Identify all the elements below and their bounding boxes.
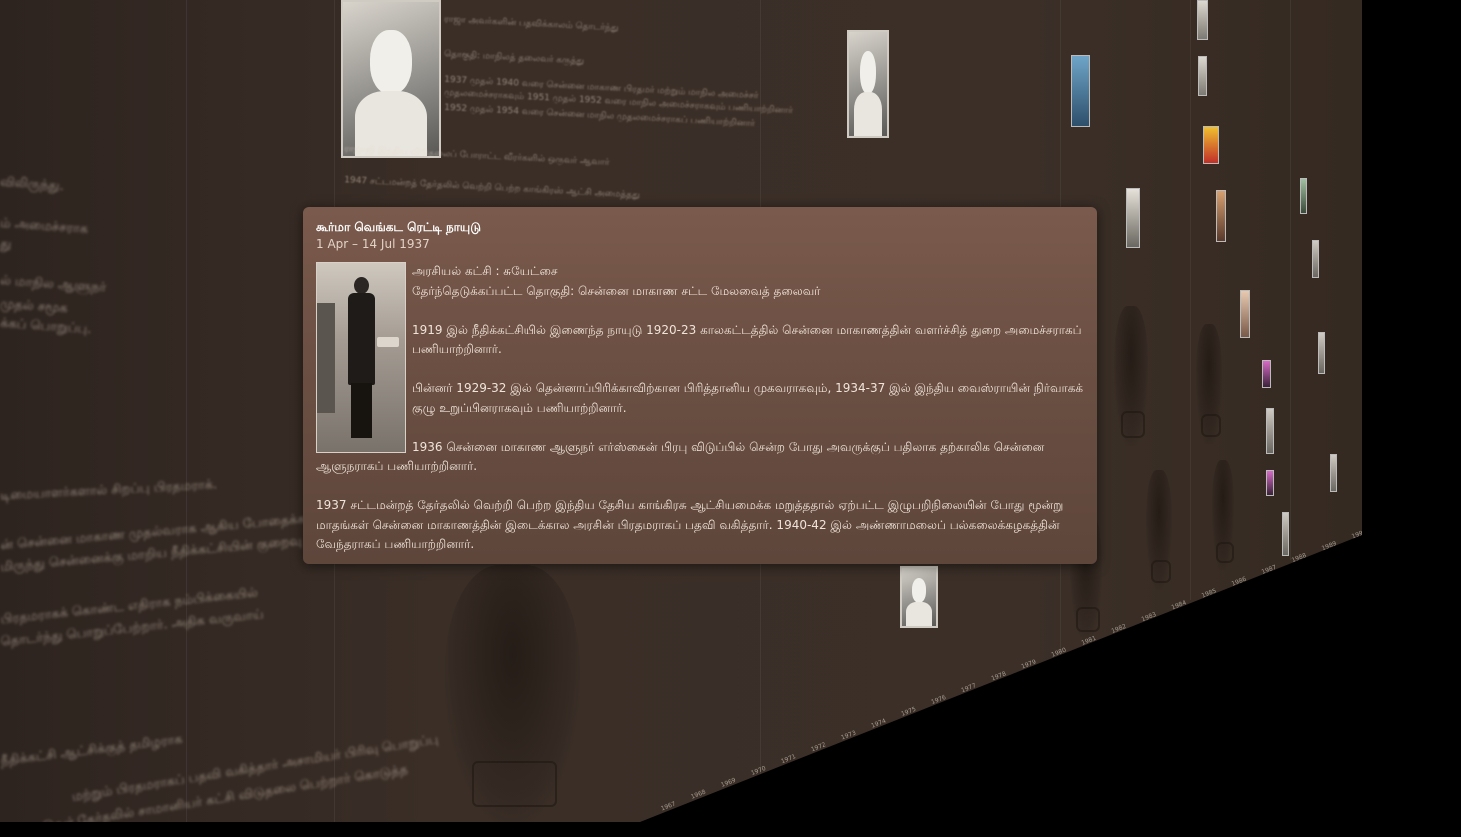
timeline-gridline [1290,0,1291,560]
background-thumbnail [1266,408,1274,454]
axis-year-label: 1968 [690,788,707,801]
background-thumbnail [1312,240,1319,278]
axis-year-label: 1970 [750,764,767,778]
axis-year-label: 1971 [780,753,797,766]
background-thumbnail [1203,126,1219,164]
popup-paragraph: பின்னர் 1929-32 இல் தென்னாப்பிரிக்காவிற்… [412,381,1084,415]
axis-year-label: 1985 [1200,587,1218,600]
background-thumbnail [1126,188,1140,248]
national-emblem-watermark [445,565,580,822]
axis-year-label: 1977 [960,682,978,695]
axis-year-label: 1983 [1140,611,1158,624]
background-thumbnail [1262,360,1271,388]
background-thumbnail [1197,0,1208,40]
axis-year-label: 1973 [840,729,857,742]
axis-year-label: 1984 [1170,599,1188,612]
timeline-gridline [1190,0,1191,600]
popup-dates: 1 Apr – 14 Jul 1937 [316,237,430,251]
axis-year-label: 1978 [990,670,1008,683]
axis-year-label: 1976 [930,693,948,707]
axis-year-label: 1988 [1290,551,1308,565]
background-thumbnail [1266,470,1274,496]
popup-paragraph: 1919 இல் நீதிக்கட்சியில் இணைந்த நாயுடு 1… [412,322,1082,357]
event-popup[interactable]: கூர்மா வெங்கட ரெட்டி நாயுடு 1 Apr – 14 J… [303,207,1097,564]
background-thumbnail [1282,512,1289,556]
background-text: து [0,236,12,253]
background-thumbnail [1240,290,1250,338]
axis-year-label: 1975 [900,705,918,718]
background-thumbnail [1300,178,1307,214]
background-thumbnail [1071,55,1090,127]
popup-paragraph: 1937 சட்டமன்றத் தேர்தலில் வெற்றி பெற்ற இ… [316,498,1064,551]
axis-year-label: 1982 [1110,622,1128,636]
national-emblem-watermark [1212,460,1234,570]
background-text: ல் மாநில ஆளுநர் [0,273,107,296]
axis-year-label: 1986 [1230,575,1248,588]
popup-constituency: தேர்ந்தெடுக்கப்பட்ட தொகுதி: சென்னை மாகாண… [412,283,821,298]
background-text: ம் அமைச்சராக [0,215,89,238]
background-thumbnail [1198,56,1207,96]
axis-year-label: 1967 [660,800,677,813]
background-text: விலிருந்து. [0,174,65,195]
background-text: க்கப் பொறுப்பு. [0,315,92,338]
axis-year-label: 1987 [1260,563,1278,576]
background-text: டிமையாளர்களால் சிறப்பு பிரதமராக். [0,477,218,504]
portrait-photo [316,262,406,453]
timeline-gridline [186,0,187,822]
timeline-axis: 1967 1968 1969 1970 1971 1972 1973 1974 1975 1976… [660,528,1362,817]
popup-body: அரசியல் கட்சி : சுயேட்சை தேர்ந்தெடுக்கப்… [316,262,1084,555]
popup-party: அரசியல் கட்சி : சுயேட்சை [412,264,558,278]
background-thumbnail [1216,190,1226,242]
axis-year-label: 1989 [1320,540,1338,553]
background-text: நீதிக்கட்சி ஆட்சிக்குத் தமிழராக [0,731,184,770]
axis-year-label: 1990 [1350,528,1368,541]
background-text: 1947 சட்டமன்றத் தேர்தலில் வெற்றி பெற்ற க… [343,175,641,201]
background-thumbnail [1318,332,1325,374]
axis-year-label: 1979 [1020,658,1038,671]
popup-paragraph: 1936 சென்னை மாகாண ஆளுநர் எர்ஸ்கைன் பிரபு… [316,439,1045,474]
background-portrait [847,30,889,138]
national-emblem-watermark [1196,324,1222,444]
background-text: தொகுதி: மாநிலத் தலைவர் கருத்து [443,49,585,67]
national-emblem-watermark [1146,470,1172,590]
axis-year-label: 1972 [810,741,827,754]
national-emblem-watermark [1114,306,1148,446]
background-text: ராஜாஜி இந்திய விடுதலைப் போராட்ட வீரர்களி… [343,144,610,168]
background-thumbnail [1330,454,1337,492]
axis-year-label: 1980 [1050,646,1068,659]
background-text: ராஜா அவர்களின் பதவிக்காலம் தொடர்ந்து [443,14,619,34]
axis-year-label: 1969 [720,776,737,789]
popup-title: கூர்மா வெங்கட ரெட்டி நாயுடு [316,220,481,234]
background-portrait [900,566,938,628]
axis-year-label: 1974 [870,717,888,730]
background-portrait [341,0,441,158]
